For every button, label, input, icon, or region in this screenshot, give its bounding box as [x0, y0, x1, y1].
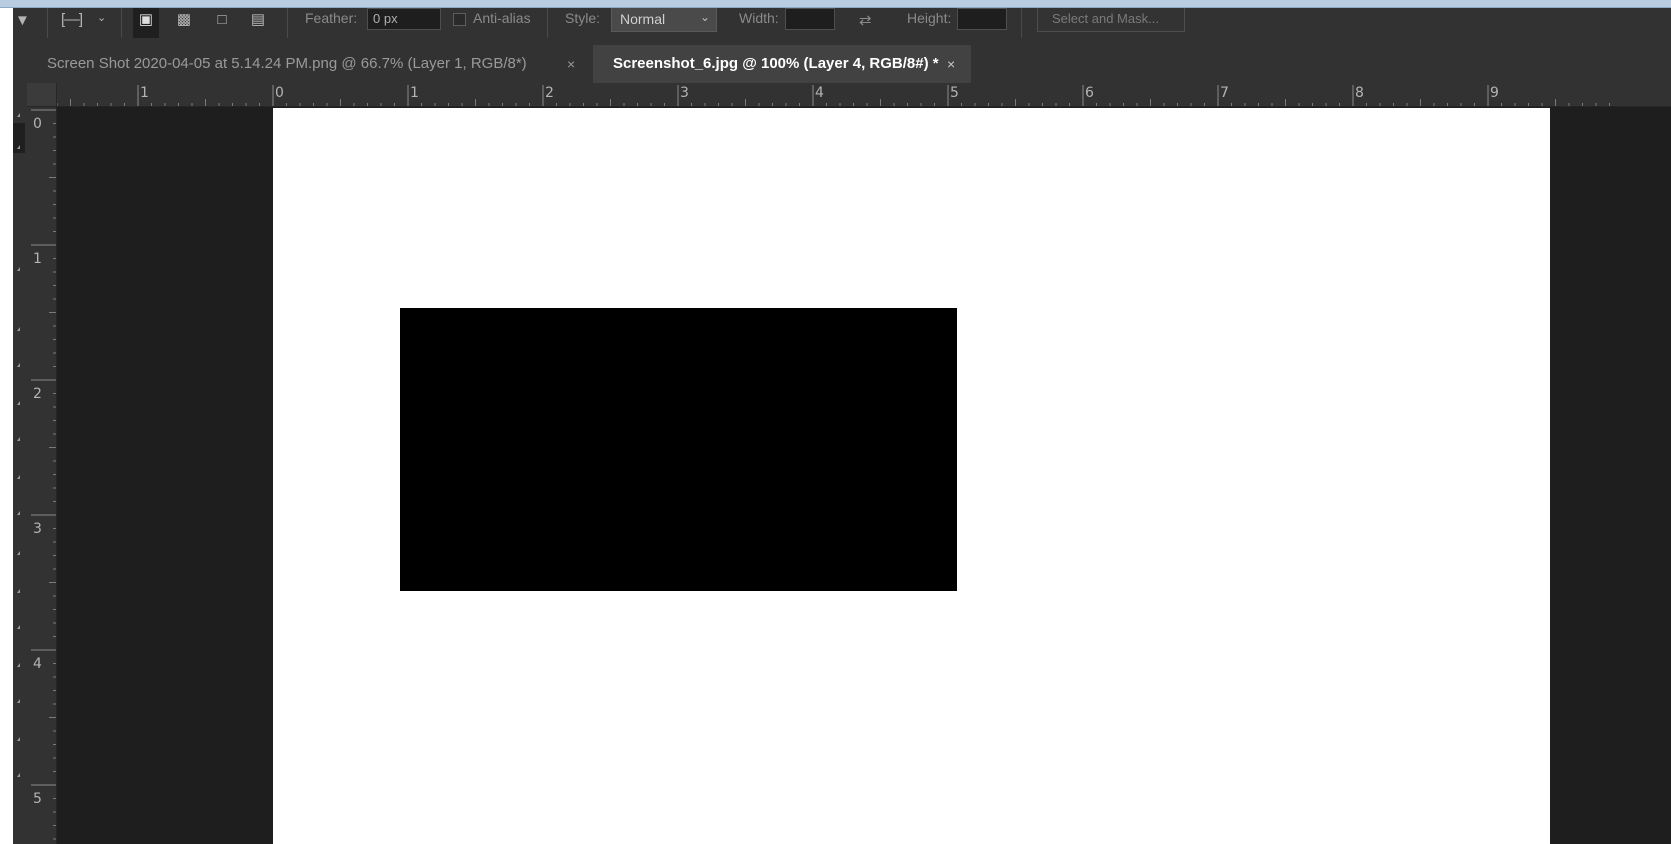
- select-and-mask-button[interactable]: Select and Mask...: [1037, 8, 1185, 32]
- tool-group-indicator: [17, 625, 20, 629]
- subtract-from-selection-button[interactable]: □: [209, 8, 235, 38]
- tool-group-indicator: [17, 773, 20, 777]
- tool-group-indicator: [17, 437, 20, 441]
- ruler-label: 5: [33, 791, 42, 807]
- ruler-label: 4: [815, 85, 824, 101]
- vertical-ruler-ticks: 0 1 2 3 4 5: [31, 109, 56, 840]
- tool-group-indicator: [17, 511, 20, 515]
- options-separator: [121, 8, 122, 38]
- new-selection-button[interactable]: ▣: [133, 8, 159, 38]
- document-tab-bar: Screen Shot 2020-04-05 at 5.14.24 PM.png…: [27, 45, 1671, 83]
- black-rectangle-layer[interactable]: [400, 308, 957, 591]
- style-label: Style:: [565, 10, 601, 26]
- options-bar: ▼ [––] ⌄ ▣ ▩ □ ▤ Feather: 0 px Anti-alia…: [13, 8, 1671, 46]
- ruler-label: 5: [950, 85, 959, 101]
- tab-label: Screenshot_6.jpg @ 100% (Layer 4, RGB/8#…: [613, 55, 939, 72]
- tab-screenshot-6[interactable]: Screenshot_6.jpg @ 100% (Layer 4, RGB/8#…: [593, 45, 971, 83]
- close-icon[interactable]: ×: [567, 45, 575, 83]
- tool-group-indicator: [17, 475, 20, 479]
- horizontal-ruler-ticks: 1 0 1 2 3 4 5 6 7 8 9: [57, 85, 1610, 106]
- pasteboard-right: [1550, 107, 1671, 844]
- tab-label: Screen Shot 2020-04-05 at 5.14.24 PM.png…: [47, 55, 527, 72]
- vertical-ruler[interactable]: 0 1 2 3 4 5: [27, 107, 57, 844]
- feather-label: Feather:: [305, 10, 358, 26]
- tool-group-indicator: [17, 363, 20, 367]
- tool-group-indicator: [17, 551, 20, 555]
- options-separator: [547, 8, 548, 38]
- options-separator: [1021, 8, 1022, 38]
- move-tool-icon[interactable]: ▼: [15, 12, 30, 29]
- ruler-label: 0: [275, 85, 284, 101]
- ruler-label: 3: [680, 85, 689, 101]
- style-select[interactable]: Normal ⌄: [611, 8, 717, 32]
- ruler-label: 3: [33, 521, 42, 537]
- photoshop-window: ▼ [––] ⌄ ▣ ▩ □ ▤ Feather: 0 px Anti-alia…: [0, 0, 1671, 844]
- width-input[interactable]: [785, 8, 835, 30]
- chevron-down-icon[interactable]: ⌄: [97, 11, 106, 24]
- tab-screen-shot-2020-04-05[interactable]: Screen Shot 2020-04-05 at 5.14.24 PM.png…: [27, 45, 593, 83]
- ruler-label: 7: [1220, 85, 1229, 101]
- height-label: Height:: [907, 10, 952, 26]
- height-input[interactable]: [957, 8, 1007, 30]
- close-icon[interactable]: ×: [947, 45, 955, 83]
- feather-input[interactable]: 0 px: [367, 8, 441, 30]
- ruler-label: 4: [33, 656, 42, 672]
- window-title-bar: [0, 0, 1671, 8]
- ruler-origin-corner[interactable]: [27, 83, 57, 107]
- add-to-selection-button[interactable]: ▩: [171, 8, 197, 38]
- ruler-label: 6: [1085, 85, 1094, 101]
- tool-group-indicator: [17, 113, 20, 117]
- width-label: Width:: [739, 10, 779, 26]
- options-separator: [47, 8, 48, 38]
- tool-group-indicator: [17, 663, 20, 667]
- ruler-label: 1: [140, 85, 149, 101]
- tool-group-indicator: [17, 401, 20, 405]
- anti-alias-checkbox[interactable]: [453, 13, 466, 26]
- ruler-label: 2: [545, 85, 554, 101]
- tool-group-indicator: [17, 327, 20, 331]
- ruler-label: 8: [1355, 85, 1364, 101]
- chevron-down-icon: ⌄: [699, 10, 710, 24]
- intersect-with-selection-button[interactable]: ▤: [245, 8, 271, 38]
- ruler-label: 0: [33, 116, 42, 132]
- horizontal-ruler[interactable]: 1 0 1 2 3 4 5 6 7 8 9: [57, 83, 1671, 107]
- ruler-label: 2: [33, 386, 42, 402]
- tool-group-indicator: [17, 699, 20, 703]
- anti-alias-label: Anti-alias: [473, 10, 531, 26]
- ruler-label: 1: [410, 85, 419, 101]
- ruler-label: 1: [33, 251, 42, 267]
- swap-width-height-icon[interactable]: ⇄: [859, 11, 872, 29]
- tool-group-indicator: [17, 737, 20, 741]
- rectangular-marquee-icon[interactable]: [––]: [61, 11, 83, 28]
- canvas-area[interactable]: [57, 107, 1671, 844]
- ruler-label: 9: [1490, 85, 1499, 101]
- style-select-value: Normal: [620, 11, 666, 27]
- tool-group-indicator: [17, 267, 20, 271]
- options-separator: [287, 8, 288, 38]
- tool-group-indicator: [17, 145, 20, 149]
- tool-group-indicator: [17, 589, 20, 593]
- tools-panel: [13, 45, 27, 844]
- document-canvas[interactable]: [273, 108, 1550, 844]
